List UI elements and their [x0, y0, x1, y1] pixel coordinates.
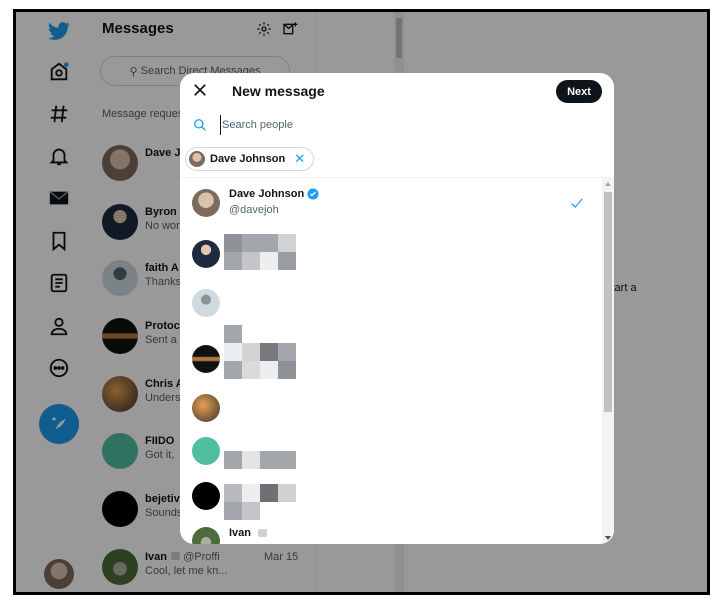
person-row[interactable]	[180, 388, 602, 436]
scroll-up-arrow-icon[interactable]	[605, 182, 611, 186]
person-row[interactable]: Dave Johnson @davejoh	[180, 178, 602, 232]
close-icon[interactable]	[191, 81, 209, 99]
dialog-title: New message	[232, 83, 325, 99]
search-people-input[interactable]	[220, 115, 522, 135]
avatar	[192, 527, 220, 544]
avatar	[189, 151, 205, 167]
redacted-name	[224, 484, 296, 520]
remove-recipient-icon[interactable]: ✕	[294, 151, 305, 167]
protected-lock-icon	[258, 529, 268, 537]
scroll-down-arrow-icon[interactable]	[605, 536, 611, 540]
default-avatar	[192, 289, 220, 317]
new-message-dialog: New message Next Dave Johnson ✕ Dave Joh…	[180, 73, 614, 544]
people-list: Dave Johnson @davejoh Ivan	[180, 178, 602, 544]
scrollbar-thumb[interactable]	[604, 192, 612, 412]
avatar	[192, 240, 220, 268]
person-row[interactable]	[180, 323, 602, 395]
selected-check-icon	[570, 196, 584, 210]
selected-recipient-chip[interactable]: Dave Johnson ✕	[185, 147, 315, 171]
twitter-app: Messages ⚲ Search Direct Messages Messag…	[16, 12, 707, 592]
redacted-name	[224, 234, 296, 270]
person-row[interactable]: Ivan	[180, 523, 602, 544]
redacted-name	[224, 325, 296, 379]
search-icon	[193, 118, 207, 132]
people-list-scrollbar[interactable]	[602, 178, 614, 544]
person-row[interactable]	[180, 480, 602, 526]
person-row[interactable]	[180, 232, 602, 288]
avatar	[192, 394, 220, 422]
avatar	[192, 482, 220, 510]
next-button[interactable]: Next	[556, 80, 602, 103]
avatar	[192, 345, 220, 373]
person-row[interactable]	[180, 433, 602, 481]
browser-frame: Messages ⚲ Search Direct Messages Messag…	[13, 9, 710, 595]
redacted-name	[224, 451, 296, 469]
avatar	[192, 189, 220, 217]
avatar	[192, 437, 220, 465]
verified-badge-icon	[307, 188, 319, 200]
